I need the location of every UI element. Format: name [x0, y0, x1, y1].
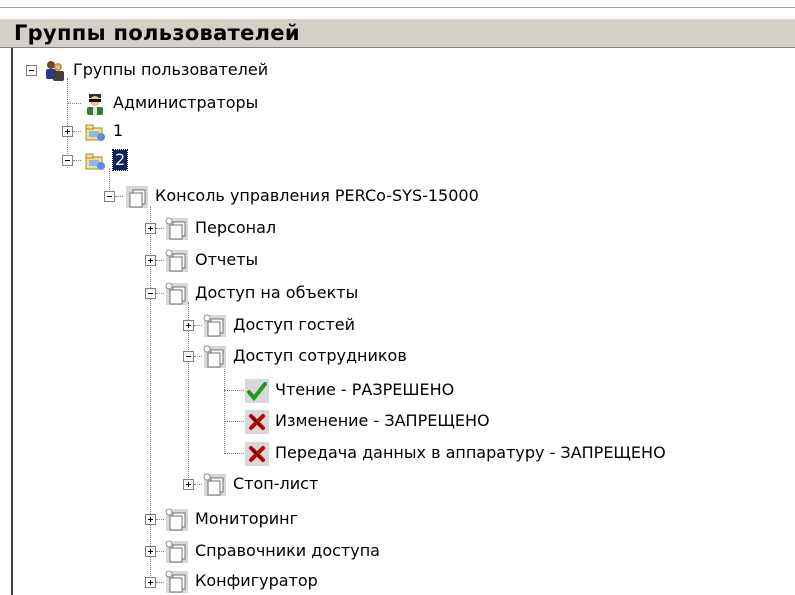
- tree-node-label-selected: 2: [111, 149, 129, 171]
- expand-toggle[interactable]: [183, 479, 194, 490]
- tree-node-label: Отчеты: [195, 250, 259, 269]
- tree-node-group-1[interactable]: 1: [83, 117, 123, 145]
- tree-node-label: 1: [113, 121, 124, 140]
- tree-node-label: Стоп-лист: [233, 474, 319, 493]
- tree-line: [73, 131, 81, 132]
- tree-line: [156, 260, 164, 261]
- window-stack-icon: [165, 540, 188, 563]
- tree-line: [73, 160, 81, 161]
- tree-node-label: Доступ гостей: [233, 315, 355, 334]
- tree-node-access-references[interactable]: Справочники доступа: [165, 537, 380, 565]
- expand-toggle[interactable]: [145, 223, 156, 234]
- tree-line: [156, 228, 164, 229]
- tree-node-label: Изменение - ЗАПРЕЩЕНО: [275, 411, 490, 430]
- window-stack-icon: [165, 217, 188, 240]
- collapse-toggle[interactable]: [26, 65, 37, 76]
- tree-node-label: Мониторинг: [195, 509, 298, 528]
- tree-node-label: Персонал: [195, 218, 277, 237]
- tree-node-label: Чтение - РАЗРЕШЕНО: [275, 380, 455, 399]
- tree-line: [67, 103, 81, 104]
- collapse-toggle[interactable]: [104, 191, 115, 202]
- tree-node-stoplist[interactable]: Стоп-лист: [203, 470, 318, 498]
- tree-node-label: Группы пользователей: [73, 60, 269, 79]
- cross-icon: [245, 410, 269, 434]
- tree-line: [115, 196, 123, 197]
- check-icon: [245, 379, 269, 403]
- tree-node-transfer-permission[interactable]: Передача данных в аппаратуру - ЗАПРЕЩЕНО: [245, 439, 666, 467]
- tree-node-label: Доступ сотрудников: [233, 346, 407, 365]
- window-stack-icon: [165, 249, 188, 272]
- tree-node-personnel[interactable]: Персонал: [165, 214, 276, 242]
- tree-line: [194, 484, 202, 485]
- tree-node-modify-permission[interactable]: Изменение - ЗАПРЕЩЕНО: [245, 407, 490, 435]
- collapse-toggle[interactable]: [62, 155, 73, 166]
- tree-line: [156, 293, 164, 294]
- tree-node-monitoring[interactable]: Мониторинг: [165, 505, 298, 533]
- tree-line: [224, 453, 244, 454]
- tree-node-label: Администраторы: [113, 93, 259, 112]
- window-stack-icon: [203, 345, 226, 368]
- expand-toggle[interactable]: [145, 514, 156, 525]
- user-groups-panel: Группы пользователей Группы пользователе…: [0, 0, 795, 595]
- expand-toggle[interactable]: [145, 577, 156, 588]
- expand-toggle[interactable]: [62, 126, 73, 137]
- window-stack-icon: [165, 570, 188, 593]
- window-stack-icon: [203, 314, 226, 337]
- user-group-folder-icon: [83, 149, 105, 171]
- user-groups-tree: Группы пользователей Администраторы 1 2 …: [0, 0, 795, 595]
- tree-node-admins[interactable]: Администраторы: [83, 89, 258, 117]
- tree-node-label: Справочники доступа: [195, 541, 380, 560]
- window-stack-icon: [165, 282, 188, 305]
- expand-toggle[interactable]: [145, 255, 156, 266]
- tree-line: [224, 366, 225, 454]
- window-stack-icon: [165, 508, 188, 531]
- tree-line: [156, 582, 164, 583]
- tree-node-label: Доступ на объекты: [195, 283, 359, 302]
- user-groups-icon: [43, 59, 65, 81]
- tree-node-label: Конфигуратор: [195, 571, 318, 590]
- tree-node-staff-access[interactable]: Доступ сотрудников: [203, 342, 407, 370]
- tree-node-group-2[interactable]: 2: [83, 146, 129, 174]
- tree-node-root[interactable]: Группы пользователей: [43, 56, 268, 84]
- tree-node-access-objects[interactable]: Доступ на объекты: [165, 279, 358, 307]
- user-group-folder-icon: [83, 120, 105, 142]
- cross-icon: [245, 442, 269, 466]
- expand-toggle[interactable]: [183, 320, 194, 331]
- tree-node-configurator[interactable]: Конфигуратор: [165, 567, 318, 595]
- tree-line: [224, 421, 244, 422]
- expand-toggle[interactable]: [145, 546, 156, 557]
- tree-line: [194, 325, 202, 326]
- tree-node-guest-access[interactable]: Доступ гостей: [203, 311, 355, 339]
- collapse-toggle[interactable]: [145, 288, 156, 299]
- window-stack-icon: [203, 473, 226, 496]
- tree-node-read-permission[interactable]: Чтение - РАЗРЕШЕНО: [245, 376, 454, 404]
- tree-node-reports[interactable]: Отчеты: [165, 246, 258, 274]
- tree-node-console[interactable]: Консоль управления PERCo-SYS-15000: [125, 182, 479, 210]
- tree-line: [224, 390, 244, 391]
- collapse-toggle[interactable]: [183, 351, 194, 362]
- tree-line: [156, 519, 164, 520]
- tree-line: [156, 551, 164, 552]
- tree-line: [194, 356, 202, 357]
- tree-node-label: Передача данных в аппаратуру - ЗАПРЕЩЕНО: [275, 443, 666, 462]
- tree-node-label: Консоль управления PERCo-SYS-15000: [155, 186, 479, 205]
- admin-user-icon: [83, 92, 105, 115]
- window-stack-icon: [125, 185, 148, 208]
